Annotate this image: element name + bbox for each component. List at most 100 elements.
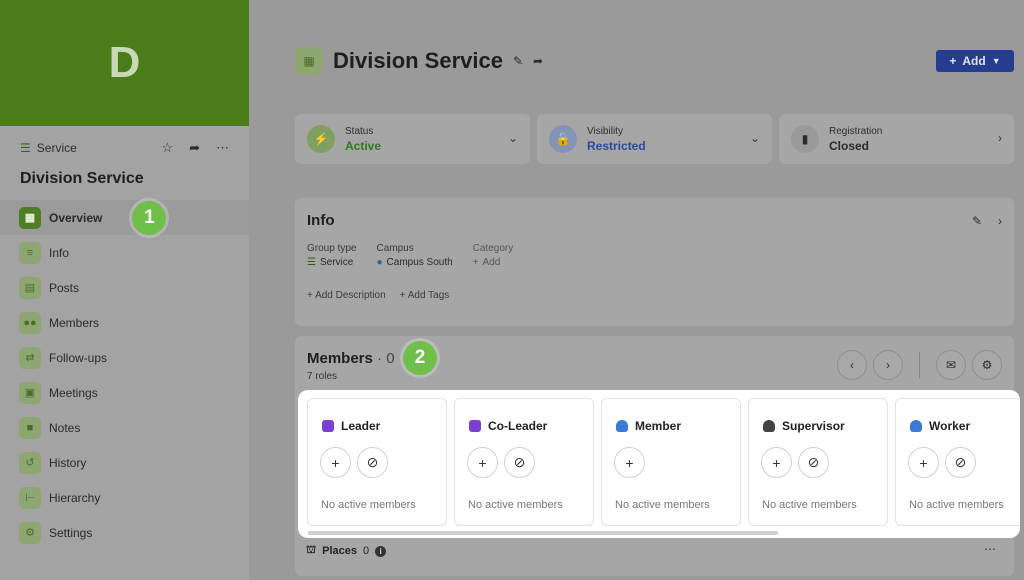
share-icon[interactable]: ➦: [189, 140, 200, 156]
role-name: Leader: [341, 419, 381, 433]
sidebar-item-members[interactable]: ●● Members: [0, 305, 249, 340]
block-button[interactable]: ⊘: [945, 447, 976, 478]
members-title: Members · 0: [307, 350, 395, 367]
star-icon[interactable]: ☆: [161, 140, 173, 156]
pin-icon: ●: [376, 257, 383, 268]
status-card[interactable]: ⚡ Status Active ⌄: [295, 114, 530, 164]
add-member-button[interactable]: +: [320, 447, 351, 478]
sidebar-item-label: Follow-ups: [49, 350, 108, 365]
role-card-leader: Leader + ⊘ No active members: [307, 398, 447, 526]
step-badge-2: 2: [403, 341, 437, 375]
role-head: Member: [616, 419, 681, 433]
more-icon[interactable]: ⋯: [216, 140, 229, 156]
settings-button[interactable]: ⚙: [972, 350, 1002, 380]
sidebar-actions: ☆ ➦ ⋯: [161, 140, 229, 156]
status-label: Status: [345, 125, 374, 137]
info-actions: ✎ ›: [972, 214, 1002, 228]
chevron-down-icon: ⌄: [749, 131, 760, 145]
sidebar-item-info[interactable]: ≡ Info: [0, 235, 249, 270]
role-name: Co-Leader: [488, 419, 548, 433]
more-icon[interactable]: ⋯: [984, 542, 996, 556]
layers-icon: ☰: [20, 141, 31, 155]
add-button-label: Add: [962, 54, 986, 68]
members-count: · 0: [377, 350, 395, 367]
share-icon[interactable]: ➦: [533, 54, 543, 68]
role-buttons: +: [614, 447, 645, 478]
sidebar-item-label: History: [49, 455, 87, 470]
sidebar-item-notes[interactable]: ■ Notes: [0, 410, 249, 445]
sidebar-item-settings[interactable]: ⚙ Settings: [0, 515, 249, 550]
add-button[interactable]: + Add ▼: [936, 50, 1014, 72]
sidebar: D ☰ Service ☆ ➦ ⋯ Division Service ▦ Ove…: [0, 0, 249, 580]
role-name: Member: [635, 419, 682, 433]
page-title: Division Service: [333, 48, 503, 73]
grid-icon: ▦: [295, 47, 323, 75]
role-head: Leader: [322, 419, 380, 433]
role-buttons: + ⊘: [467, 447, 535, 478]
add-category-link[interactable]: + Add: [473, 257, 514, 268]
prev-button[interactable]: ‹: [837, 350, 867, 380]
field-campus: Campus ● Campus South: [376, 243, 452, 268]
sidebar-item-posts[interactable]: ▤ Posts: [0, 270, 249, 305]
info-fields: Group type ☰ Service Campus ● Campus Sou…: [307, 243, 1002, 268]
add-member-button[interactable]: +: [908, 447, 939, 478]
sidebar-item-label: Meetings: [49, 385, 98, 400]
field-value-text: Campus South: [386, 257, 453, 268]
sidebar-item-overview[interactable]: ▦ Overview 1: [0, 200, 249, 235]
sidebar-item-hierarchy[interactable]: ⊢ Hierarchy: [0, 480, 249, 515]
horizontal-scrollbar[interactable]: [308, 531, 778, 535]
chevron-right-icon[interactable]: ›: [998, 214, 1002, 228]
role-buttons: + ⊘: [761, 447, 829, 478]
sidebar-nav: ▦ Overview 1 ≡ Info ▤ Posts ●● Members ⇄…: [0, 200, 249, 550]
role-head: Supervisor: [763, 419, 845, 433]
group-banner: D: [0, 0, 249, 126]
status-value: Active: [345, 138, 382, 153]
field-category: Category + Add: [473, 243, 514, 268]
role-buttons: + ⊘: [320, 447, 388, 478]
badge-icon: [322, 420, 334, 432]
edit-icon[interactable]: ✎: [513, 54, 523, 68]
role-card-worker: Worker + ⊘ No active members: [895, 398, 1020, 526]
info-links: + Add Description + Add Tags: [307, 290, 1002, 301]
sidebar-item-label: Notes: [49, 420, 81, 435]
mail-button[interactable]: ✉: [936, 350, 966, 380]
add-member-button[interactable]: +: [761, 447, 792, 478]
block-button[interactable]: ⊘: [357, 447, 388, 478]
roles-panel: Leader + ⊘ No active members Co-Leader +…: [298, 390, 1020, 538]
edit-icon[interactable]: ✎: [972, 214, 982, 228]
list-icon: ≡: [19, 241, 41, 264]
layers-icon: ☰: [307, 257, 316, 268]
add-tags-link[interactable]: + Add Tags: [400, 290, 450, 301]
info-icon[interactable]: i: [375, 545, 387, 557]
next-button[interactable]: ›: [873, 350, 903, 380]
group-type-label: Service: [36, 141, 77, 155]
add-description-link[interactable]: + Add Description: [307, 290, 386, 301]
add-description-label: Add Description: [315, 290, 386, 301]
role-name: Supervisor: [782, 419, 845, 433]
sidebar-item-meetings[interactable]: ▣ Meetings: [0, 375, 249, 410]
add-member-button[interactable]: +: [467, 447, 498, 478]
bolt-icon: ⚡: [307, 125, 335, 153]
members-title-label: Members: [307, 350, 373, 367]
sidebar-item-label: Settings: [49, 525, 93, 540]
sidebar-item-follow-ups[interactable]: ⇄ Follow-ups: [0, 340, 249, 375]
block-button[interactable]: ⊘: [798, 447, 829, 478]
registration-value: Closed: [829, 138, 870, 153]
calendar-icon: ▣: [19, 381, 41, 404]
note-icon: ■: [19, 416, 41, 439]
registration-card[interactable]: ▮ Registration Closed ›: [779, 114, 1014, 164]
visibility-card[interactable]: 🔓 Visibility Restricted ⌄: [537, 114, 772, 164]
role-empty-text: No active members: [762, 499, 857, 511]
block-button[interactable]: ⊘: [504, 447, 535, 478]
info-title: Info: [307, 212, 335, 229]
door-icon: ▮: [791, 125, 819, 153]
plus-icon: +: [472, 257, 479, 268]
add-member-button[interactable]: +: [614, 447, 645, 478]
chevron-right-icon: ›: [998, 131, 1002, 145]
sidebar-item-history[interactable]: ↺ History: [0, 445, 249, 480]
sidebar-item-label: Info: [49, 245, 70, 260]
banner-letter: D: [108, 38, 141, 87]
handshake-icon: ⇄: [19, 346, 41, 369]
step-badge-1: 1: [132, 200, 167, 235]
sidebar-title: Division Service: [20, 170, 144, 187]
